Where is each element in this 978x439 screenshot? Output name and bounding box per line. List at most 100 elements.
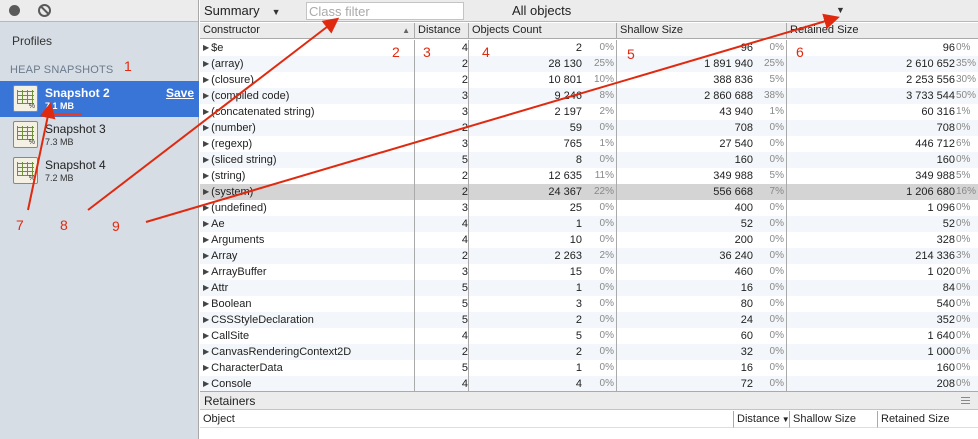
expand-triangle-icon[interactable]: ▶ — [203, 107, 209, 116]
expand-triangle-icon[interactable]: ▶ — [203, 299, 209, 308]
snapshot-size: 7.2 MB — [45, 173, 74, 183]
cell-constructor[interactable]: ▶ (undefined) — [203, 200, 415, 216]
table-row[interactable]: ▶ Array 2 2 263 2% 36 240 0% 214 336 3% — [200, 248, 978, 264]
retainers-header-object[interactable]: Object — [200, 411, 734, 428]
cell-constructor[interactable]: ▶ (compiled code) — [203, 88, 415, 104]
expand-triangle-icon[interactable]: ▶ — [203, 139, 209, 148]
expand-triangle-icon[interactable]: ▶ — [203, 187, 209, 196]
constructor-name: (undefined) — [211, 202, 267, 214]
cell-count-percent: 22% — [593, 186, 614, 197]
table-row[interactable]: ▶ (array) 2 28 130 25% 1 891 940 25% 2 610 652 3… — [200, 56, 978, 72]
expand-triangle-icon[interactable]: ▶ — [203, 155, 209, 164]
cell-constructor[interactable]: ▶ (system) — [203, 184, 415, 200]
table-row[interactable]: ▶ (sliced string) 5 8 0% 160 0% 160 0% — [200, 152, 978, 168]
table-row[interactable]: ▶ (system) 2 24 367 22% 556 668 7% 1 206 680 16% — [200, 184, 978, 200]
cell-constructor[interactable]: ▶ (string) — [203, 168, 415, 184]
table-row[interactable]: ▶ Arguments 4 10 0% 200 0% 328 0% — [200, 232, 978, 248]
save-link[interactable]: Save — [166, 86, 194, 100]
expand-triangle-icon[interactable]: ▶ — [203, 267, 209, 276]
cell-constructor[interactable]: ▶ (concatenated string) — [203, 104, 415, 120]
retainers-title-bar[interactable]: Retainers — [200, 391, 978, 410]
record-icon[interactable] — [9, 5, 20, 16]
expand-triangle-icon[interactable]: ▶ — [203, 91, 209, 100]
table-row[interactable]: ▶ Attr 5 1 0% 16 0% 84 0% — [200, 280, 978, 296]
cell-constructor[interactable]: ▶ CallSite — [203, 328, 415, 344]
cell-constructor[interactable]: ▶ Ae — [203, 216, 415, 232]
table-row[interactable]: ▶ (regexp) 3 765 1% 27 540 0% 446 712 6% — [200, 136, 978, 152]
dropdown-arrow-icon[interactable]: ▼ — [836, 5, 845, 15]
expand-triangle-icon[interactable]: ▶ — [203, 363, 209, 372]
cell-constructor[interactable]: ▶ (number) — [203, 120, 415, 136]
cell-constructor[interactable]: ▶ Boolean — [203, 296, 415, 312]
column-header-distance[interactable]: Distance — [415, 23, 469, 39]
expand-triangle-icon[interactable]: ▶ — [203, 235, 209, 244]
constructor-name: (compiled code) — [211, 90, 290, 102]
column-header-shallow-size[interactable]: Shallow Size — [617, 23, 787, 39]
cell-constructor[interactable]: ▶ CSSStyleDeclaration — [203, 312, 415, 328]
table-row[interactable]: ▶ ArrayBuffer 3 15 0% 460 0% 1 020 0% — [200, 264, 978, 280]
retainers-header-retained-size[interactable]: Retained Size — [878, 411, 978, 428]
snapshot-item-4[interactable]: Snapshot 4 7.2 MB — [0, 153, 199, 189]
view-select[interactable]: Summary ▼ — [204, 3, 281, 18]
snapshot-size: 7.1 MB — [45, 101, 75, 111]
cell-constructor[interactable]: ▶ (sliced string) — [203, 152, 415, 168]
expand-triangle-icon[interactable]: ▶ — [203, 171, 209, 180]
cell-constructor[interactable]: ▶ $e — [203, 40, 415, 56]
cell-constructor[interactable]: ▶ (array) — [203, 56, 415, 72]
snapshot-item-3[interactable]: Snapshot 3 7.3 MB — [0, 117, 199, 153]
expand-triangle-icon[interactable]: ▶ — [203, 219, 209, 228]
cell-constructor[interactable]: ▶ CanvasRenderingContext2D — [203, 344, 415, 360]
expand-triangle-icon[interactable]: ▶ — [203, 43, 209, 52]
table-row[interactable]: ▶ CharacterData 5 1 0% 16 0% 160 0% — [200, 360, 978, 376]
table-row[interactable]: ▶ Console 4 4 0% 72 0% 208 0% — [200, 376, 978, 392]
table-row[interactable]: ▶ CSSStyleDeclaration 5 2 0% 24 0% 352 0% — [200, 312, 978, 328]
class-filter-input[interactable] — [306, 2, 464, 20]
cell-constructor[interactable]: ▶ Arguments — [203, 232, 415, 248]
cell-constructor[interactable]: ▶ ArrayBuffer — [203, 264, 415, 280]
expand-triangle-icon[interactable]: ▶ — [203, 123, 209, 132]
cell-constructor[interactable]: ▶ CharacterData — [203, 360, 415, 376]
table-row[interactable]: ▶ (string) 2 12 635 11% 349 988 5% 349 988 5% — [200, 168, 978, 184]
cell-constructor[interactable]: ▶ Console — [203, 376, 415, 392]
expand-triangle-icon[interactable]: ▶ — [203, 315, 209, 324]
expand-triangle-icon[interactable]: ▶ — [203, 75, 209, 84]
table-row[interactable]: ▶ (compiled code) 3 9 246 8% 2 860 688 38% 3 73… — [200, 88, 978, 104]
snapshot-item-2[interactable]: Snapshot 2 7.1 MB Save — [0, 81, 199, 117]
expand-triangle-icon[interactable]: ▶ — [203, 203, 209, 212]
cell-retained-percent: 0% — [956, 282, 971, 293]
expand-triangle-icon[interactable]: ▶ — [203, 347, 209, 356]
table-row[interactable]: ▶ (concatenated string) 3 2 197 2% 43 940 1% 60… — [200, 104, 978, 120]
resize-grip-icon[interactable] — [961, 397, 970, 404]
expand-triangle-icon[interactable]: ▶ — [203, 283, 209, 292]
table-row[interactable]: ▶ $e 4 2 0% 96 0% 96 0% — [200, 40, 978, 56]
cell-shallow-percent: 5% — [769, 170, 784, 181]
cell-constructor[interactable]: ▶ (closure) — [203, 72, 415, 88]
table-row[interactable]: ▶ CanvasRenderingContext2D 2 2 0% 32 0% 1 000 0% — [200, 344, 978, 360]
retainers-header-distance[interactable]: Distance ▼ — [734, 411, 790, 428]
expand-triangle-icon[interactable]: ▶ — [203, 379, 209, 388]
column-header-objects-count[interactable]: Objects Count — [469, 23, 617, 39]
constructor-name: CharacterData — [211, 362, 283, 374]
cell-constructor[interactable]: ▶ (regexp) — [203, 136, 415, 152]
table-row[interactable]: ▶ (undefined) 3 25 0% 400 0% 1 096 0% — [200, 200, 978, 216]
expand-triangle-icon[interactable]: ▶ — [203, 331, 209, 340]
cell-count-percent: 10% — [593, 74, 614, 85]
cell-shallow-percent: 0% — [769, 314, 784, 325]
table-row[interactable]: ▶ (closure) 2 10 801 10% 388 836 5% 2 253 556 30… — [200, 72, 978, 88]
clear-all-icon[interactable] — [38, 4, 51, 17]
objects-select[interactable]: All objects — [512, 3, 571, 18]
column-header-retained-size[interactable]: Retained Size — [787, 23, 978, 39]
cell-retained-percent: 6% — [956, 138, 971, 149]
retainers-header-shallow-size[interactable]: Shallow Size — [790, 411, 878, 428]
table-row[interactable]: ▶ (number) 2 59 0% 708 0% 708 0% — [200, 120, 978, 136]
cell-retained-percent: 0% — [956, 330, 971, 341]
table-row[interactable]: ▶ Ae 4 1 0% 52 0% 52 0% — [200, 216, 978, 232]
column-header-constructor[interactable]: Constructor ▲ — [200, 23, 415, 39]
expand-triangle-icon[interactable]: ▶ — [203, 59, 209, 68]
cell-constructor[interactable]: ▶ Array — [203, 248, 415, 264]
expand-triangle-icon[interactable]: ▶ — [203, 251, 209, 260]
column-label: Distance — [737, 413, 780, 425]
table-row[interactable]: ▶ CallSite 4 5 0% 60 0% 1 640 0% — [200, 328, 978, 344]
table-row[interactable]: ▶ Boolean 5 3 0% 80 0% 540 0% — [200, 296, 978, 312]
cell-constructor[interactable]: ▶ Attr — [203, 280, 415, 296]
